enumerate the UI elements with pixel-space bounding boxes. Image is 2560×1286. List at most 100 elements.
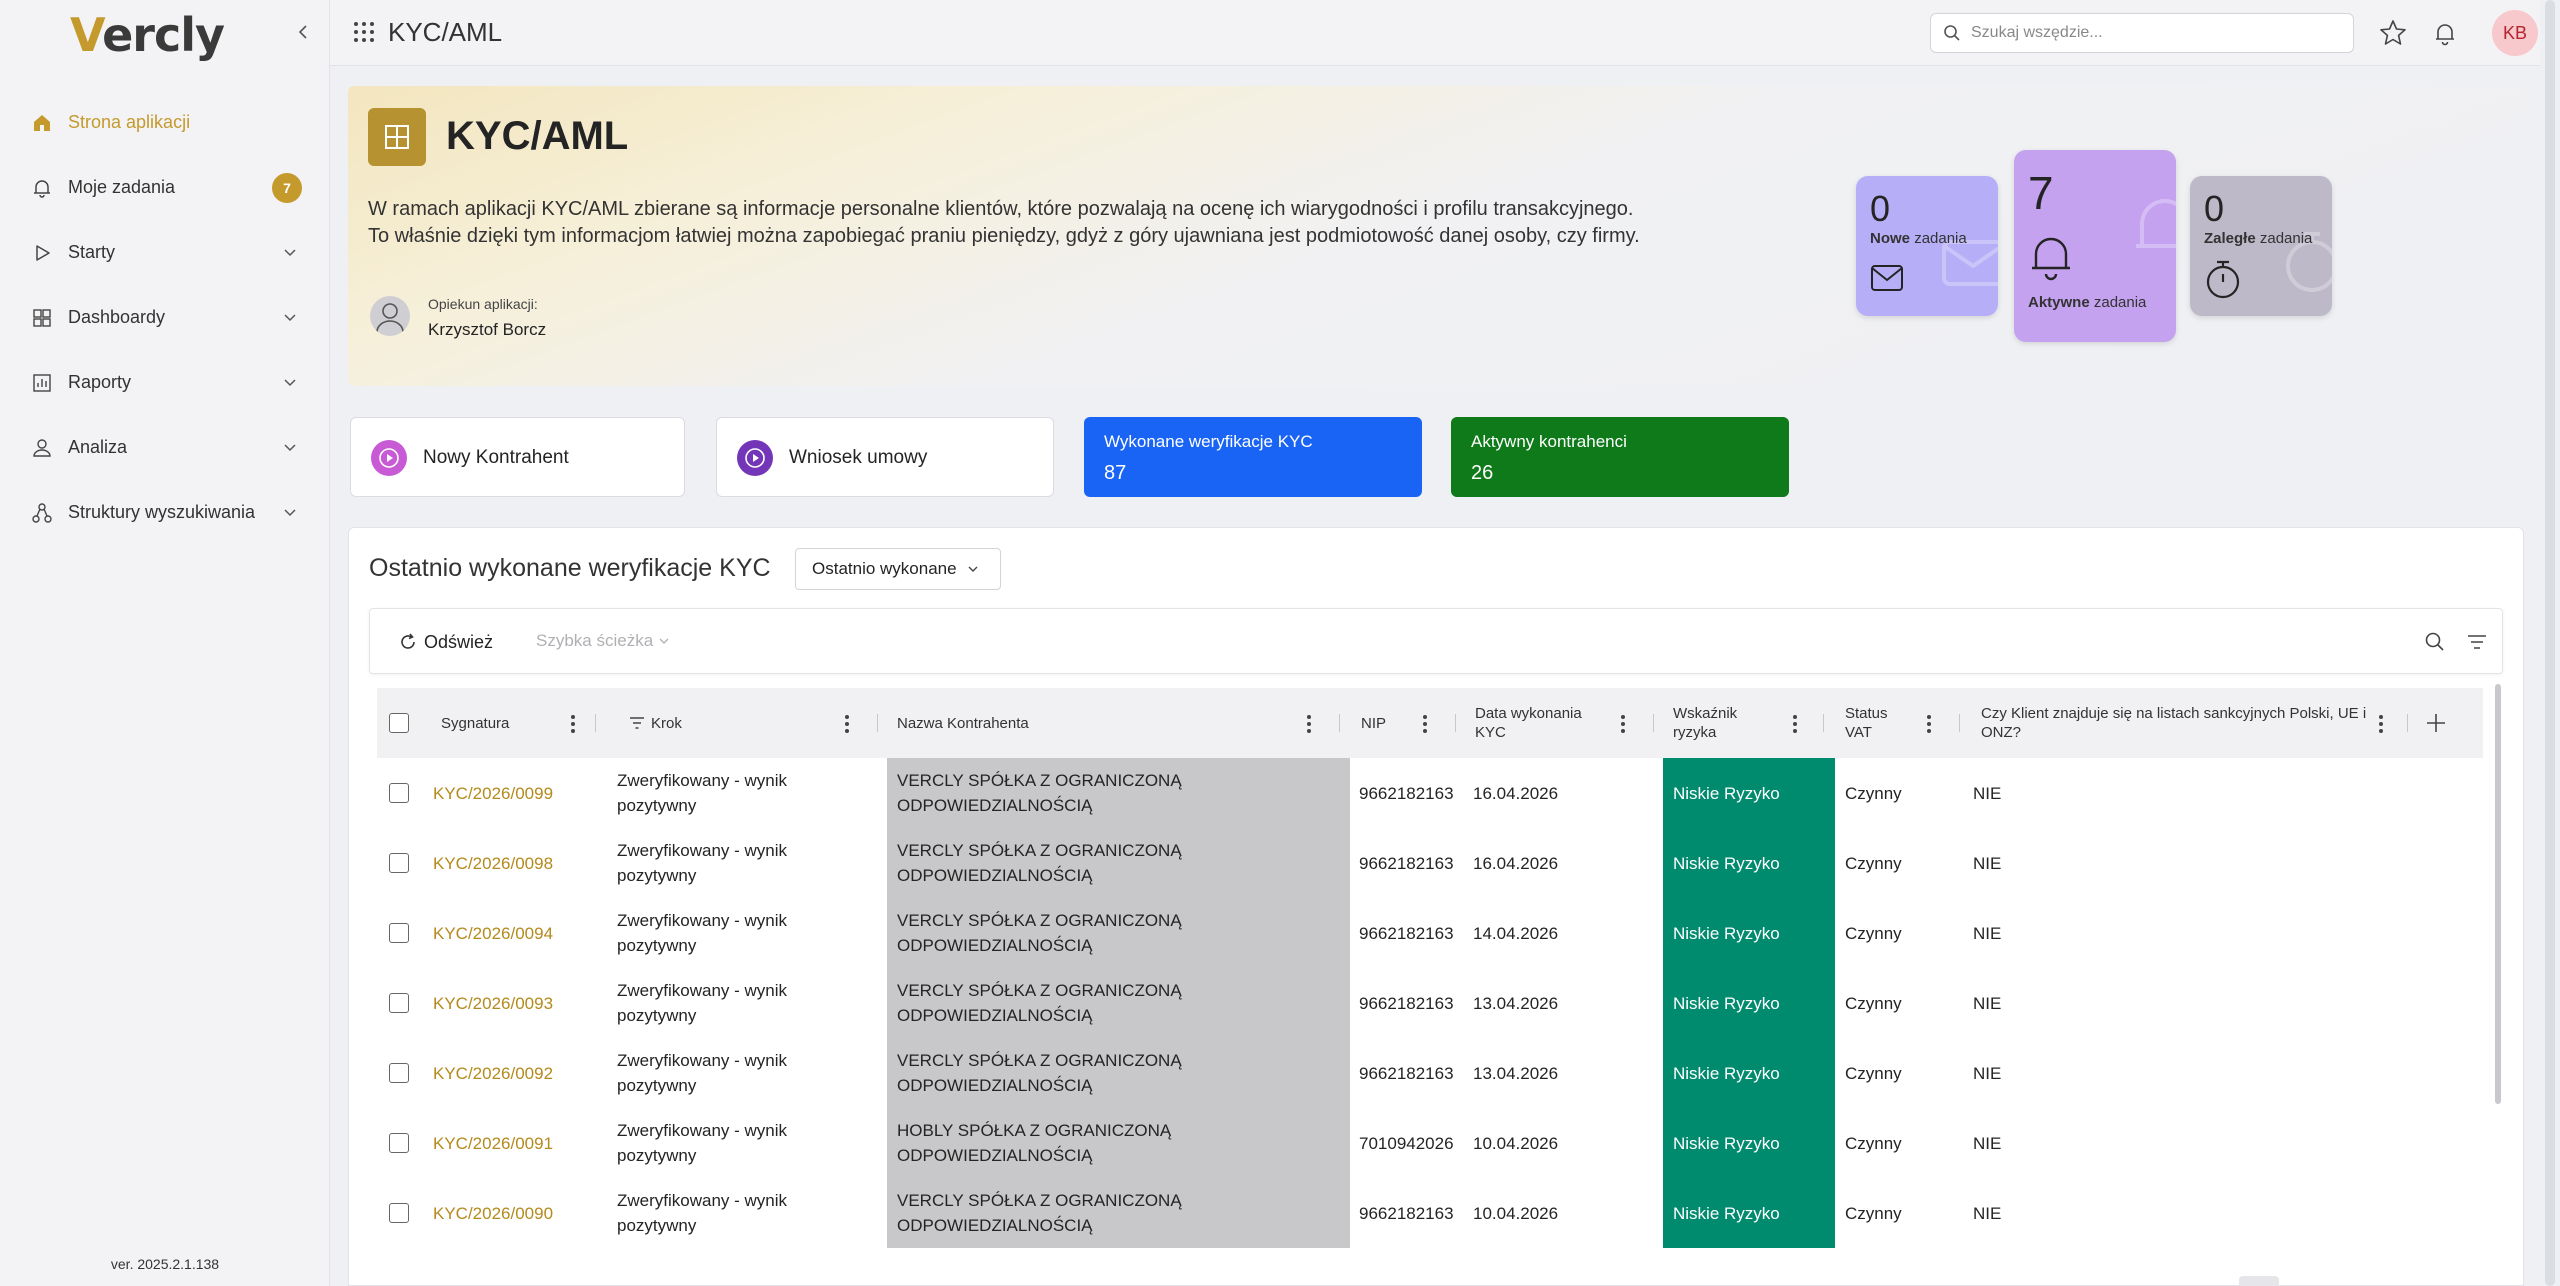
- column-menu-icon[interactable]: [1415, 712, 1435, 736]
- play-circle-icon: [371, 440, 407, 476]
- kyc-date-cell: 16.04.2026: [1473, 783, 1559, 803]
- view-selector-dropdown[interactable]: Ostatnio wykonane: [795, 548, 1001, 590]
- add-column-icon[interactable]: [2423, 710, 2449, 736]
- column-menu-icon[interactable]: [837, 712, 857, 736]
- overdue-tasks-card[interactable]: 0 Zaległe zadania: [2190, 176, 2332, 316]
- column-separator[interactable]: [595, 714, 596, 732]
- signature-link[interactable]: KYC/2026/0092: [433, 1038, 613, 1108]
- column-header-nip[interactable]: NIP: [1361, 688, 1386, 758]
- signature-link[interactable]: KYC/2026/0099: [433, 758, 613, 828]
- row-checkbox[interactable]: [389, 1063, 409, 1083]
- row-checkbox[interactable]: [389, 783, 409, 803]
- refresh-button[interactable]: Odśwież: [398, 629, 493, 655]
- cell-text: ODPOWIEDZIALNOŚCIĄ: [897, 796, 1093, 815]
- column-header-signature[interactable]: Sygnatura: [441, 688, 509, 758]
- column-separator[interactable]: [1823, 714, 1824, 732]
- risk-cell: Niskie Ryzyko: [1663, 898, 1835, 968]
- column-header-risk[interactable]: Wskaźnik ryzyka: [1673, 688, 1737, 758]
- kyc-date-cell: 10.04.2026: [1473, 1203, 1559, 1223]
- column-header-kyc-date[interactable]: Data wykonania KYC: [1475, 688, 1582, 758]
- sidebar-item-my-tasks[interactable]: Moje zadania 7: [0, 155, 330, 220]
- column-menu-icon[interactable]: [1919, 712, 1939, 736]
- row-checkbox[interactable]: [389, 993, 409, 1013]
- signature-link[interactable]: KYC/2026/0098: [433, 828, 613, 898]
- cell-text: pozytywny: [617, 936, 697, 955]
- cell-text: VERCLY SPÓŁKA Z OGRANICZONĄ: [897, 841, 1182, 860]
- kyc-done-stat-tile[interactable]: Wykonane weryfikacje KYC 87: [1084, 417, 1422, 497]
- signature-link[interactable]: KYC/2026/0090: [433, 1178, 613, 1248]
- column-separator[interactable]: [1653, 714, 1654, 732]
- sanctions-cell: NIE: [1973, 1063, 2002, 1083]
- row-checkbox[interactable]: [389, 923, 409, 943]
- filter-icon[interactable]: [2464, 629, 2490, 655]
- page-scrollbar[interactable]: [2540, 0, 2560, 1286]
- signature-link[interactable]: KYC/2026/0093: [433, 968, 613, 1038]
- new-tasks-card[interactable]: 0 Nowe zadania: [1856, 176, 1998, 316]
- apps-grid-icon[interactable]: [352, 20, 376, 44]
- search-input[interactable]: [1971, 24, 2331, 42]
- column-menu-icon[interactable]: [563, 712, 583, 736]
- sidebar-item-label: Struktury wyszukiwania: [68, 502, 256, 522]
- table-row[interactable]: KYC/2026/0098 Zweryfikowany - wynik pozyt…: [377, 828, 2483, 898]
- active-tasks-card[interactable]: 7 Aktywne zadania: [2014, 150, 2176, 342]
- contract-request-button[interactable]: Wniosek umowy: [716, 417, 1054, 497]
- column-separator[interactable]: [1339, 714, 1340, 732]
- column-separator[interactable]: [1455, 714, 1456, 732]
- signature-link[interactable]: KYC/2026/0091: [433, 1108, 613, 1178]
- column-header-vat-status[interactable]: Status VAT: [1845, 688, 1888, 758]
- table-row[interactable]: KYC/2026/0091 Zweryfikowany - wynik pozyt…: [377, 1108, 2483, 1178]
- vercly-logo[interactable]: Vercly: [70, 8, 225, 62]
- sidebar-item-search-structures[interactable]: Struktury wyszukiwania: [0, 480, 330, 545]
- sidebar-item-starts[interactable]: Starty: [0, 220, 330, 285]
- owner-avatar: [370, 296, 410, 336]
- collapse-sidebar-button[interactable]: [290, 18, 318, 46]
- table-row[interactable]: KYC/2026/0093 Zweryfikowany - wynik pozyt…: [377, 968, 2483, 1038]
- column-header-contractor-name[interactable]: Nazwa Kontrahenta: [897, 688, 1029, 758]
- column-menu-icon[interactable]: [1299, 712, 1319, 736]
- sidebar-item-dashboards[interactable]: Dashboardy: [0, 285, 330, 350]
- nip-cell: 9662182163: [1359, 853, 1454, 873]
- sanctions-cell: NIE: [1973, 993, 2002, 1013]
- chevron-down-icon: [284, 444, 296, 452]
- table-row[interactable]: KYC/2026/0099 Zweryfikowany - wynik pozyt…: [377, 758, 2483, 828]
- column-menu-icon[interactable]: [1785, 712, 1805, 736]
- grid-header: Sygnatura Krok Nazwa Kontrahenta NIP Dat…: [377, 688, 2483, 758]
- select-all-checkbox[interactable]: [389, 713, 409, 733]
- vat-status-cell: Czynny: [1845, 1203, 1902, 1223]
- nip-cell: 9662182163: [1359, 783, 1454, 803]
- sidebar-item-analysis[interactable]: Analiza: [0, 415, 330, 480]
- sidebar-item-reports[interactable]: Raporty: [0, 350, 330, 415]
- table-row[interactable]: KYC/2026/0094 Zweryfikowany - wynik pozyt…: [377, 898, 2483, 968]
- column-header-text: KYC: [1475, 724, 1506, 741]
- table-row[interactable]: KYC/2026/0092 Zweryfikowany - wynik pozyt…: [377, 1038, 2483, 1108]
- column-header-sanctions[interactable]: Czy Klient znajduje się na listach sankc…: [1981, 688, 2366, 758]
- column-separator[interactable]: [2407, 714, 2408, 732]
- column-header-step[interactable]: Krok: [651, 688, 682, 758]
- signature-link[interactable]: KYC/2026/0094: [433, 898, 613, 968]
- column-menu-icon[interactable]: [1613, 712, 1633, 736]
- new-contractor-button[interactable]: Nowy Kontrahent: [350, 417, 685, 497]
- quick-path-button[interactable]: Szybka ścieżka: [536, 631, 669, 651]
- row-checkbox[interactable]: [389, 853, 409, 873]
- global-search[interactable]: [1930, 13, 2354, 53]
- kyc-done-value: 87: [1104, 462, 1127, 484]
- notifications-bell-icon[interactable]: [2430, 18, 2460, 48]
- cell-text: Zweryfikowany - wynik: [617, 1121, 788, 1140]
- user-avatar[interactable]: KB: [2492, 10, 2538, 56]
- sidebar-item-home[interactable]: Strona aplikacji: [0, 90, 330, 155]
- grid-scrollbar[interactable]: [2495, 684, 2501, 1104]
- column-separator[interactable]: [877, 714, 878, 732]
- row-checkbox[interactable]: [389, 1133, 409, 1153]
- page-scrollbar-thumb[interactable]: [2545, 0, 2555, 1286]
- overdue-tasks-count: 0: [2204, 188, 2225, 229]
- column-separator[interactable]: [1959, 714, 1960, 732]
- table-row[interactable]: KYC/2026/0090 Zweryfikowany - wynik pozyt…: [377, 1178, 2483, 1248]
- column-header-text: Wskaźnik: [1673, 705, 1738, 722]
- row-checkbox[interactable]: [389, 1203, 409, 1223]
- grid-search-icon[interactable]: [2422, 629, 2448, 655]
- panel-scroll-handle[interactable]: [2239, 1276, 2279, 1286]
- active-contractors-stat-tile[interactable]: Aktywny kontrahenci 26: [1451, 417, 1789, 497]
- favorites-star-icon[interactable]: [2378, 18, 2408, 48]
- column-menu-icon[interactable]: [2371, 712, 2391, 736]
- column-header-text: Status: [1845, 705, 1888, 722]
